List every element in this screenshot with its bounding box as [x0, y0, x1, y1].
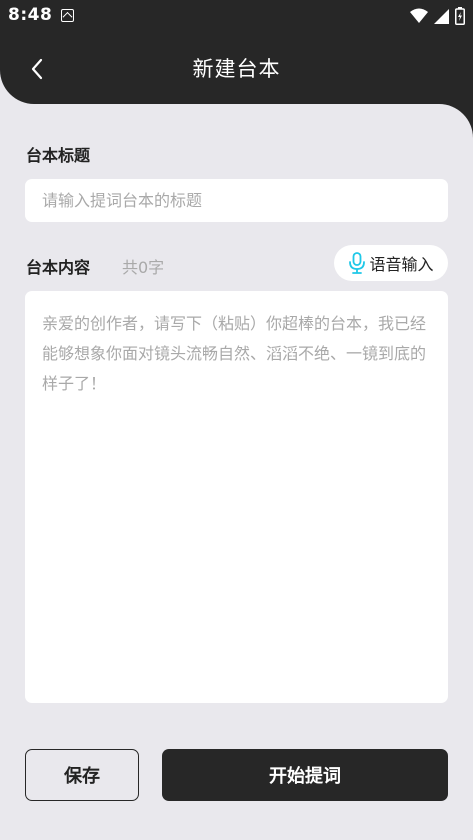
status-bar: 8:48	[0, 0, 473, 32]
notification-icon	[61, 9, 74, 22]
script-title-input[interactable]	[25, 179, 448, 222]
microphone-icon	[349, 252, 366, 274]
status-icons	[410, 7, 465, 25]
back-button[interactable]	[22, 52, 52, 86]
save-button[interactable]: 保存	[25, 749, 139, 801]
char-count: 共0字	[122, 258, 165, 277]
voice-input-label: 语音输入	[369, 255, 434, 274]
battery-icon	[455, 7, 465, 25]
chevron-left-icon	[31, 58, 43, 80]
voice-input-button[interactable]: 语音输入	[334, 245, 448, 281]
start-prompter-button[interactable]: 开始提词	[162, 749, 448, 801]
title-section-label: 台本标题	[26, 146, 91, 165]
wifi-icon	[410, 8, 428, 23]
page-title: 新建台本	[192, 57, 281, 81]
status-time: 8:48	[8, 5, 53, 25]
signal-icon	[434, 9, 449, 24]
script-content-textarea[interactable]	[25, 291, 448, 703]
content-section-label: 台本内容	[26, 258, 91, 277]
